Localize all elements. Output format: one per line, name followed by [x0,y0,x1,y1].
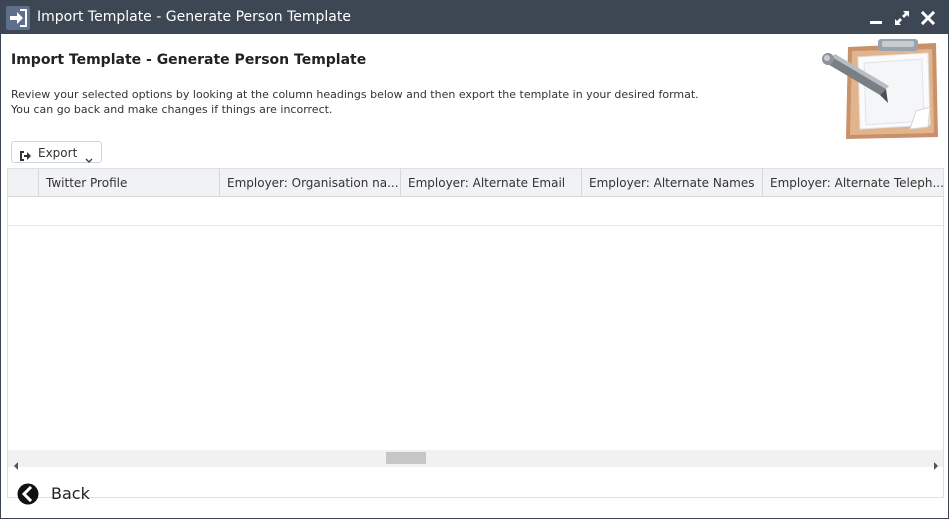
column-header-employer-alternate-email[interactable]: Employer: Alternate Email [400,169,581,196]
template-columns-grid[interactable]: Twitter Profile Employer: Organisation n… [7,168,944,498]
scroll-right-icon[interactable] [933,455,939,470]
minimize-icon[interactable] [867,9,885,27]
back-button[interactable]: Back [17,481,97,507]
column-header-employer-alternate-telephone[interactable]: Employer: Alternate Teleph... [762,169,943,196]
column-header-twitter-profile[interactable]: Twitter Profile [38,169,219,196]
description-line-1: Review your selected options by looking … [11,88,699,101]
export-label: Export [38,146,78,160]
page-description: Review your selected options by looking … [11,87,699,117]
back-label: Back [51,484,90,503]
chevron-down-icon [85,149,93,163]
column-header-selector[interactable] [8,169,38,196]
import-icon [6,6,30,30]
description-line-2: You can go back and make changes if thin… [11,103,333,116]
clipboard-pen-icon [818,37,940,139]
export-icon [19,147,31,161]
close-icon[interactable] [919,9,937,27]
title-bar[interactable]: Import Template - Generate Person Templa… [1,1,948,34]
export-button[interactable]: Export [11,141,102,163]
scroll-left-icon[interactable] [13,455,19,470]
dialog-content: Import Template - Generate Person Templa… [1,34,948,518]
table-row [8,197,943,226]
maximize-icon[interactable] [893,9,911,27]
back-arrow-icon [17,483,39,505]
column-header-employer-alternate-names[interactable]: Employer: Alternate Names [581,169,762,196]
scrollbar-thumb[interactable] [386,452,426,464]
import-template-window: Import Template - Generate Person Templa… [0,0,949,519]
horizontal-scrollbar[interactable] [8,450,943,470]
column-header-employer-organisation-name[interactable]: Employer: Organisation na... [219,169,400,196]
page-title: Import Template - Generate Person Templa… [11,52,367,68]
grid-header: Twitter Profile Employer: Organisation n… [8,169,943,197]
window-title: Import Template - Generate Person Templa… [37,9,351,25]
